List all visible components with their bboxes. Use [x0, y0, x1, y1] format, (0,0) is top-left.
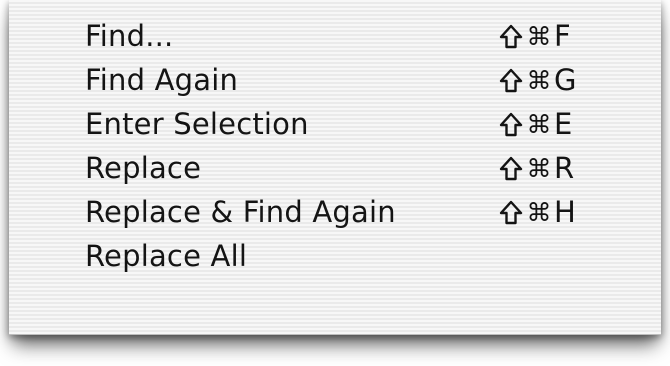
- menu-item-find[interactable]: Find... ⌘ F: [9, 15, 661, 58]
- shift-icon: [497, 103, 525, 146]
- menu-item-label: Enter Selection: [85, 107, 309, 141]
- screenshot-stage: Find... ⌘ F Find Again ⌘ G Enter Selecti…: [0, 0, 670, 366]
- menu-item-label: Find Again: [85, 63, 239, 97]
- menu-item-shortcut: ⌘ E: [497, 103, 572, 146]
- menu-item-replace[interactable]: Replace ⌘ R: [9, 147, 661, 190]
- shortcut-key: G: [554, 63, 577, 97]
- menu-item-shortcut: ⌘ R: [497, 147, 574, 190]
- menu-item-label: Replace: [85, 151, 202, 185]
- shortcut-key: R: [554, 151, 575, 185]
- menu-item-replace-all[interactable]: Replace All: [9, 235, 661, 278]
- menu-item-shortcut: ⌘ F: [497, 15, 571, 58]
- shift-icon: [497, 59, 525, 102]
- shift-icon: [497, 191, 525, 234]
- shift-icon: [497, 15, 525, 58]
- command-icon: ⌘: [526, 154, 552, 183]
- shift-icon: [497, 147, 525, 190]
- menu-item-shortcut: ⌘ H: [497, 191, 576, 234]
- command-icon: ⌘: [526, 22, 552, 51]
- menu-item-replace-and-find-again[interactable]: Replace & Find Again ⌘ H: [9, 191, 661, 234]
- shortcut-key: E: [554, 107, 573, 141]
- shortcut-key: F: [554, 19, 571, 53]
- shortcut-key: H: [554, 195, 576, 229]
- menu-item-label: Replace & Find Again: [85, 195, 396, 229]
- command-icon: ⌘: [526, 198, 552, 227]
- command-icon: ⌘: [526, 110, 552, 139]
- menu-item-label: Replace All: [85, 239, 248, 273]
- menu-item-shortcut: ⌘ G: [497, 59, 576, 102]
- menu-item-label: Find...: [85, 19, 174, 53]
- menu-item-find-again[interactable]: Find Again ⌘ G: [9, 59, 661, 102]
- command-icon: ⌘: [526, 66, 552, 95]
- find-menu: Find... ⌘ F Find Again ⌘ G Enter Selecti…: [9, 0, 661, 335]
- menu-item-enter-selection[interactable]: Enter Selection ⌘ E: [9, 103, 661, 146]
